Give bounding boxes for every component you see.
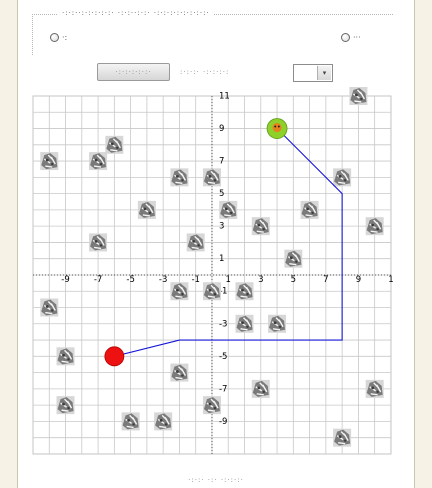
boulder-icon	[333, 168, 352, 187]
y-tick-label: -9	[219, 417, 227, 427]
x-tick-label: -1	[191, 275, 199, 285]
boulder-icon	[186, 233, 205, 252]
y-tick-label: 5	[219, 189, 224, 199]
player-icon	[272, 123, 282, 133]
y-tick-label: 9	[219, 124, 224, 134]
y-tick-label: 1	[219, 254, 224, 264]
x-tick-label: 7	[323, 275, 328, 285]
boulder-icon	[300, 200, 319, 219]
boulder-icon	[170, 168, 189, 187]
boulder-icon	[154, 412, 173, 431]
x-tick-label: -3	[159, 275, 167, 285]
boulder-icon	[89, 152, 108, 171]
boulder-icon	[105, 135, 124, 154]
boulder-icon	[365, 379, 384, 398]
boulder-icon	[121, 412, 140, 431]
boulder-icon	[40, 298, 59, 317]
boulder-icon	[202, 396, 221, 415]
y-tick-label: -7	[219, 384, 227, 394]
boulder-icon	[235, 314, 254, 333]
y-tick-label: 7	[219, 157, 224, 167]
boulder-icon	[89, 233, 108, 252]
boulder-icon	[56, 347, 75, 366]
game-board[interactable]: -9 -7 -5 -3 -1 1 3 5 7 9 11197531-1-3-5-7-9	[0, 0, 432, 488]
x-tick-label: -5	[126, 275, 134, 285]
y-tick-label: -3	[219, 319, 227, 329]
player-eye-icon	[274, 125, 277, 128]
boulder-icon	[219, 200, 238, 219]
footer-text: ·:·:· ·:· ·:·:·:·	[188, 476, 244, 484]
player-eye-icon	[277, 125, 280, 128]
goal-marker[interactable]	[104, 346, 125, 367]
boulder-icon	[170, 282, 189, 301]
boulder-icon	[251, 217, 270, 236]
boulder-icon	[284, 249, 303, 268]
boulder-icon	[235, 282, 254, 301]
boulder-icon	[56, 396, 75, 415]
x-tick-label: -7	[94, 275, 102, 285]
boulder-icon	[251, 379, 270, 398]
boulder-icon	[333, 428, 352, 447]
boulder-icon	[202, 282, 221, 301]
x-tick-label: 9	[356, 275, 361, 285]
y-tick-label: 11	[219, 92, 230, 102]
x-tick-label: 1	[388, 275, 393, 285]
x-tick-label: 5	[291, 275, 296, 285]
boulder-icon	[137, 200, 156, 219]
x-tick-label: 1	[226, 275, 231, 285]
y-tick-label: -5	[219, 352, 227, 362]
boulder-icon	[268, 314, 287, 333]
boulder-icon	[40, 152, 59, 171]
boulder-icon	[349, 87, 368, 105]
x-tick-label: -9	[61, 275, 69, 285]
boulder-icon	[170, 363, 189, 382]
boulder-icon	[365, 217, 384, 236]
x-tick-label: 3	[258, 275, 263, 285]
boulder-icon	[202, 168, 221, 187]
y-tick-label: 3	[219, 222, 224, 232]
